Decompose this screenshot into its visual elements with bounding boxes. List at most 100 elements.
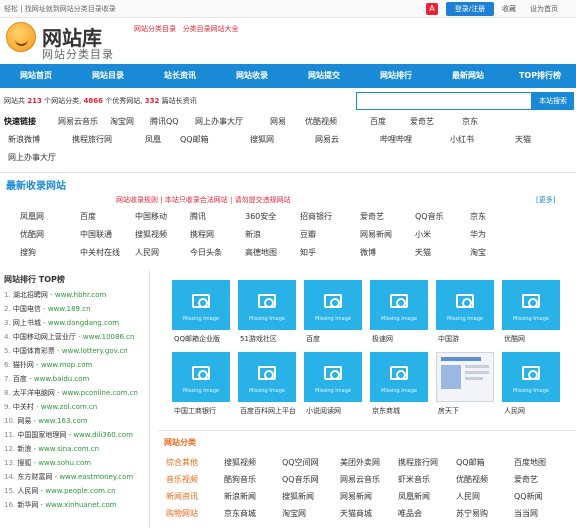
- quick-link[interactable]: 腾讯QQ: [150, 116, 179, 127]
- site-thumbnail[interactable]: Missing Image: [304, 352, 362, 402]
- quick-link[interactable]: 天猫: [515, 134, 531, 145]
- site-link[interactable]: 高德地图: [245, 247, 277, 258]
- site-link[interactable]: 人民网: [135, 247, 159, 258]
- ranking-item[interactable]: 15. 人民网 - www.people.com.cn: [4, 486, 116, 496]
- category-link[interactable]: 虾米音乐: [398, 474, 430, 485]
- category-link[interactable]: 网易云音乐: [340, 474, 380, 485]
- category-link[interactable]: 淘宝网: [282, 508, 306, 519]
- site-link[interactable]: 京东: [470, 211, 486, 222]
- quick-link[interactable]: 哔哩哔哩: [380, 134, 412, 145]
- ranking-item[interactable]: 1. 湖北招聘网 - www.hbhr.com: [4, 290, 106, 300]
- nav-item[interactable]: 网站排行: [360, 64, 432, 88]
- ranking-item[interactable]: 11. 中国国家地理网 - www.dili360.com: [4, 430, 133, 440]
- category-link[interactable]: 人民网: [456, 491, 480, 502]
- ranking-item[interactable]: 5. 中国体育彩票 - www.lottery.gov.cn: [4, 346, 128, 356]
- ranking-item[interactable]: 6. 猫扑网 - www.mop.com: [4, 360, 92, 370]
- category-link[interactable]: QQ新闻: [514, 491, 543, 502]
- site-thumbnail[interactable]: Missing Image: [502, 280, 560, 330]
- more-link[interactable]: [更多]: [536, 195, 555, 205]
- site-thumbnail[interactable]: Missing Image: [172, 280, 230, 330]
- thumbnail-caption[interactable]: 极速网: [372, 334, 393, 344]
- homepage-link[interactable]: 设为首页: [530, 4, 558, 14]
- quick-link[interactable]: 网上办事大厅: [8, 152, 56, 163]
- ranking-item[interactable]: 16. 新华网 - www.xinhuanet.com: [4, 500, 116, 510]
- search-button[interactable]: 本站搜索: [532, 92, 574, 110]
- site-link[interactable]: QQ音乐: [415, 211, 444, 222]
- quick-link[interactable]: 小红书: [450, 134, 474, 145]
- ranking-item[interactable]: 2. 中国电信 - www.189.cn: [4, 304, 91, 314]
- site-link[interactable]: 凤凰网: [20, 211, 44, 222]
- quick-link[interactable]: 网易: [270, 116, 286, 127]
- site-link[interactable]: 搜狗: [20, 247, 36, 258]
- site-link[interactable]: 中国移动: [135, 211, 167, 222]
- category-link[interactable]: 凤凰新闻: [398, 491, 430, 502]
- quick-link[interactable]: 网易云音乐: [58, 116, 98, 127]
- ranking-item[interactable]: 3. 网上书城 - www.dangdang.com: [4, 318, 119, 328]
- site-thumbnail[interactable]: Missing Image: [172, 352, 230, 402]
- ranking-item[interactable]: 12. 新浪 - www.sina.com.cn: [4, 444, 99, 454]
- thumbnail-caption[interactable]: 京东商城: [372, 406, 400, 416]
- site-link[interactable]: 小米: [415, 229, 431, 240]
- category-link[interactable]: 搜狐新闻: [282, 491, 314, 502]
- quick-link[interactable]: 京东: [462, 116, 478, 127]
- site-link[interactable]: 微博: [360, 247, 376, 258]
- ranking-item[interactable]: 7. 百度 - www.baidu.com: [4, 374, 89, 384]
- quick-link[interactable]: 新浪微博: [8, 134, 40, 145]
- site-thumbnail[interactable]: Missing Image: [304, 280, 362, 330]
- site-link[interactable]: 中关村在线: [80, 247, 120, 258]
- category-link[interactable]: 携程旅行网: [398, 457, 438, 468]
- category-link[interactable]: 优酷视频: [456, 474, 488, 485]
- quick-link[interactable]: 凤凰: [145, 134, 161, 145]
- ranking-item[interactable]: 9. 中关村 - www.zol.com.cn: [4, 402, 97, 412]
- category-link[interactable]: 爱奇艺: [514, 474, 538, 485]
- site-thumbnail[interactable]: Missing Image: [436, 280, 494, 330]
- nav-item[interactable]: 网站提交: [288, 64, 360, 88]
- ranking-item[interactable]: 10. 网易 - www.163.com: [4, 416, 88, 426]
- category-name[interactable]: 音乐视频: [166, 474, 198, 485]
- category-link[interactable]: QQ空间网: [282, 457, 319, 468]
- site-link[interactable]: 知乎: [300, 247, 316, 258]
- site-link[interactable]: 腾讯: [190, 211, 206, 222]
- thumbnail-caption[interactable]: 人民网: [504, 406, 525, 416]
- site-thumbnail[interactable]: Missing Image: [502, 352, 560, 402]
- site-link[interactable]: 天猫: [415, 247, 431, 258]
- category-link[interactable]: 天猫商城: [340, 508, 372, 519]
- thumbnail-caption[interactable]: 房天下: [438, 406, 459, 416]
- nav-item[interactable]: 网站首页: [0, 64, 72, 88]
- site-link[interactable]: 新浪: [245, 229, 261, 240]
- quick-link[interactable]: 优酷视频: [305, 116, 337, 127]
- site-link[interactable]: 淘宝: [470, 247, 486, 258]
- search-input[interactable]: [356, 92, 532, 110]
- favorite-link[interactable]: 收藏: [502, 4, 516, 14]
- category-link[interactable]: 美团外卖网: [340, 457, 380, 468]
- thumbnail-caption[interactable]: QQ邮箱企业版: [174, 334, 220, 344]
- nav-item[interactable]: TOP排行榜: [504, 64, 576, 88]
- thumbnail-caption[interactable]: 百度百科网上平台: [240, 406, 296, 416]
- quick-link[interactable]: 网上办事大厅: [195, 116, 243, 127]
- quick-link[interactable]: 百度: [370, 116, 386, 127]
- site-link[interactable]: 招商银行: [300, 211, 332, 222]
- quick-link[interactable]: 搜狐网: [250, 134, 274, 145]
- nav-item[interactable]: 站长资讯: [144, 64, 216, 88]
- nav-item[interactable]: 网站目录: [72, 64, 144, 88]
- site-thumbnail[interactable]: Missing Image: [238, 352, 296, 402]
- category-link[interactable]: 新浪新闻: [224, 491, 256, 502]
- category-name[interactable]: 综合其他: [166, 457, 198, 468]
- quick-link[interactable]: 爱奇艺: [410, 116, 434, 127]
- thumbnail-caption[interactable]: 小说阅读网: [306, 406, 341, 416]
- category-link[interactable]: QQ音乐网: [282, 474, 319, 485]
- site-link[interactable]: 百度: [80, 211, 96, 222]
- category-link[interactable]: QQ邮箱: [456, 457, 485, 468]
- quick-link[interactable]: 网易云: [315, 134, 339, 145]
- quick-link[interactable]: QQ邮箱: [180, 134, 209, 145]
- site-link[interactable]: 华为: [470, 229, 486, 240]
- thumbnail-caption[interactable]: 51游戏社区: [240, 334, 277, 344]
- site-link[interactable]: 360安全: [245, 211, 276, 222]
- site-link[interactable]: 搜狐视频: [135, 229, 167, 240]
- thumbnail-caption[interactable]: 中国工商银行: [174, 406, 216, 416]
- category-link[interactable]: 当当网: [514, 508, 538, 519]
- category-link[interactable]: 苏宁易购: [456, 508, 488, 519]
- category-link[interactable]: 百度地图: [514, 457, 546, 468]
- site-link[interactable]: 网易新闻: [360, 229, 392, 240]
- logo-icon[interactable]: [6, 22, 36, 52]
